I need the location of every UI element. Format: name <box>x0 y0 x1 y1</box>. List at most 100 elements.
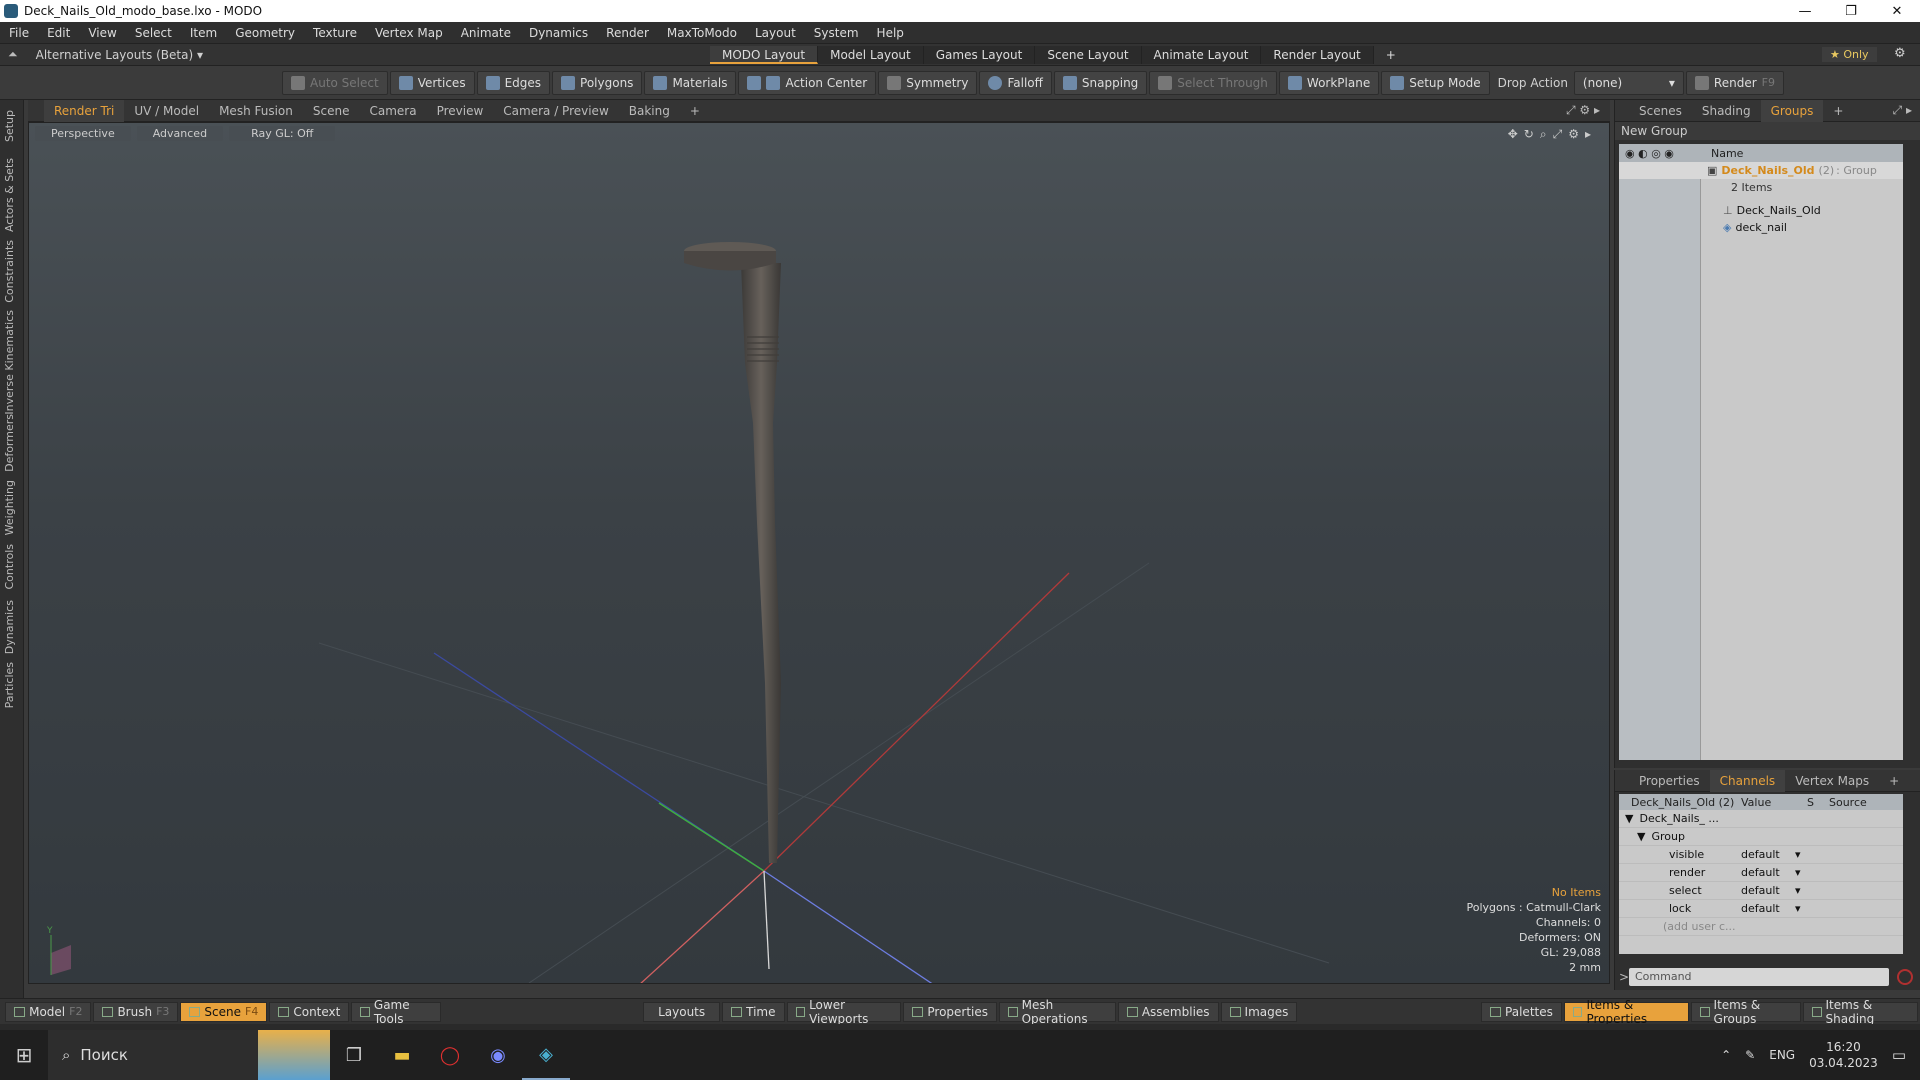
vtab-particles[interactable]: Particles <box>3 662 16 708</box>
vtab-deformers[interactable]: Deformers <box>3 414 16 472</box>
add-user-channel[interactable]: (add user c... <box>1619 918 1903 936</box>
palettes-button[interactable]: Palettes <box>1481 1001 1562 1022</box>
vtab-setup[interactable]: Setup <box>3 110 16 142</box>
tab-model-layout[interactable]: Model Layout <box>818 46 924 64</box>
auto-select-button[interactable]: Auto Select <box>282 70 388 95</box>
command-input[interactable]: Command <box>1629 968 1889 986</box>
context-button[interactable]: Context <box>269 1001 350 1022</box>
menu-system[interactable]: System <box>805 26 868 40</box>
discord-icon[interactable]: ◉ <box>474 1030 522 1080</box>
record-icon[interactable] <box>1897 969 1913 985</box>
menu-view[interactable]: View <box>79 26 125 40</box>
tab-mesh-fusion[interactable]: Mesh Fusion <box>209 100 303 122</box>
chevron-up-icon[interactable]: ⌃ <box>1721 1048 1731 1062</box>
notification-icon[interactable]: ▭ <box>1892 1046 1906 1064</box>
3d-viewport[interactable]: Perspective Advanced Ray GL: Off ✥ ↻ ⌕ ⤢… <box>28 122 1610 984</box>
menu-item[interactable]: Item <box>181 26 226 40</box>
symmetry-button[interactable]: Symmetry <box>878 70 978 95</box>
tab-camera[interactable]: Camera <box>359 100 426 122</box>
channels-tree-root[interactable]: ▼ Deck_Nails_ ... <box>1619 810 1903 828</box>
group-child-row[interactable]: ⊥ Deck_Nails_Old <box>1619 202 1903 219</box>
alternative-layouts-dropdown[interactable]: Alternative Layouts (Beta) ▾ <box>36 48 203 62</box>
language-indicator[interactable]: ENG <box>1769 1048 1795 1062</box>
channel-row-visible[interactable]: visible default ▾ <box>1619 846 1903 864</box>
tab-uv-model[interactable]: UV / Model <box>124 100 209 122</box>
add-channels-tab-button[interactable]: + <box>1879 770 1909 792</box>
tab-scene-layout[interactable]: Scene Layout <box>1035 46 1142 64</box>
opera-icon[interactable]: ◯ <box>426 1030 474 1080</box>
taskbar-search[interactable]: ⌕ Поиск <box>48 1030 258 1080</box>
only-toggle[interactable]: ★ Only <box>1822 47 1877 62</box>
polygons-button[interactable]: Polygons <box>552 70 643 95</box>
pen-icon[interactable]: ✎ <box>1745 1048 1755 1062</box>
file-explorer-icon[interactable]: ▬ <box>378 1030 426 1080</box>
images-button[interactable]: Images <box>1220 1001 1298 1022</box>
menu-select[interactable]: Select <box>126 26 181 40</box>
panel-expand-icon[interactable]: ⤢ ▸ <box>1893 103 1912 118</box>
tab-groups[interactable]: Groups <box>1760 99 1824 122</box>
menu-render[interactable]: Render <box>597 26 658 40</box>
tab-scene[interactable]: Scene <box>303 100 360 122</box>
maximize-button[interactable]: ❐ <box>1828 0 1874 22</box>
vtab-controls[interactable]: Controls <box>3 544 16 590</box>
assemblies-button[interactable]: Assemblies <box>1117 1001 1219 1022</box>
scene-tab-button[interactable]: Scene F4 <box>180 1001 268 1022</box>
workplane-button[interactable]: WorkPlane <box>1278 70 1380 95</box>
close-button[interactable]: ✕ <box>1874 0 1920 22</box>
channel-row-render[interactable]: render default ▾ <box>1619 864 1903 882</box>
menu-maxtomodo[interactable]: MaxToModo <box>658 26 746 40</box>
tab-preview[interactable]: Preview <box>427 100 494 122</box>
modo-taskbar-icon[interactable]: ◈ <box>522 1030 570 1080</box>
vtab-dynamics[interactable]: Dynamics <box>3 600 16 654</box>
select-through-button[interactable]: Select Through <box>1149 70 1277 95</box>
viewport-expand-icon[interactable]: ⤢ ⚙ ▸ <box>1566 103 1600 118</box>
taskbar-clock[interactable]: 16:20 03.04.2023 <box>1809 1039 1878 1071</box>
collapse-icon[interactable]: ⏶ <box>8 47 18 62</box>
tab-scenes[interactable]: Scenes <box>1629 100 1692 122</box>
time-button[interactable]: Time <box>722 1001 785 1022</box>
task-view-icon[interactable]: ❐ <box>330 1030 378 1080</box>
items-groups-button[interactable]: Items & Groups <box>1690 998 1801 1026</box>
tab-camera-preview[interactable]: Camera / Preview <box>493 100 618 122</box>
edges-button[interactable]: Edges <box>476 70 551 95</box>
tab-games-layout[interactable]: Games Layout <box>923 46 1036 64</box>
chevron-down-icon[interactable]: ▾ <box>1795 866 1801 879</box>
add-panel-tab-button[interactable]: + <box>1823 100 1853 122</box>
minimize-button[interactable]: — <box>1782 0 1828 22</box>
channel-row-select[interactable]: select default ▾ <box>1619 882 1903 900</box>
lower-viewports-button[interactable]: Lower Viewports <box>786 998 902 1026</box>
tab-modo-layout[interactable]: MODO Layout <box>710 46 819 64</box>
snapping-button[interactable]: Snapping <box>1053 70 1148 95</box>
vtab-weighting[interactable]: Weighting <box>3 480 16 535</box>
properties-button[interactable]: Properties <box>903 1001 998 1022</box>
brush-tab-button[interactable]: Brush F3 <box>93 1001 179 1022</box>
windows-start-icon[interactable]: ⊞ <box>0 1030 48 1080</box>
tab-baking[interactable]: Baking <box>619 100 680 122</box>
menu-animate[interactable]: Animate <box>452 26 520 40</box>
add-tab-button[interactable]: + <box>680 100 710 122</box>
action-center-button[interactable]: Action Center <box>738 70 877 95</box>
tab-render-tri[interactable]: Render Tri <box>44 99 125 122</box>
vtab-inverse-kinematics[interactable]: Inverse Kinematics <box>3 310 16 415</box>
menu-layout[interactable]: Layout <box>746 26 805 40</box>
layouts-button[interactable]: Layouts <box>643 1001 721 1022</box>
group-row-root[interactable]: ▣ Deck_Nails_Old (2) : Group <box>1619 162 1903 179</box>
items-properties-button[interactable]: Items & Properties <box>1563 998 1689 1026</box>
gear-icon[interactable]: ⚙ <box>1894 46 1906 61</box>
tab-vertex-maps[interactable]: Vertex Maps <box>1785 770 1879 792</box>
group-child-row[interactable]: ◈ deck_nail <box>1619 219 1903 236</box>
chevron-down-icon[interactable]: ▾ <box>1795 884 1801 897</box>
menu-geometry[interactable]: Geometry <box>226 26 304 40</box>
mesh-operations-button[interactable]: Mesh Operations <box>999 998 1116 1026</box>
tab-shading[interactable]: Shading <box>1692 100 1761 122</box>
materials-button[interactable]: Materials <box>644 70 737 95</box>
chevron-down-icon[interactable]: ▾ <box>1795 848 1801 861</box>
chevron-down-icon[interactable]: ▾ <box>1795 902 1801 915</box>
falloff-button[interactable]: Falloff <box>979 70 1052 95</box>
setup-mode-button[interactable]: Setup Mode <box>1381 70 1490 95</box>
render-button[interactable]: Render F9 <box>1685 70 1784 95</box>
vtab-actors-sets[interactable]: Actors & Sets <box>3 158 16 232</box>
tab-render-layout[interactable]: Render Layout <box>1261 46 1374 64</box>
tab-properties[interactable]: Properties <box>1629 770 1710 792</box>
channel-row-lock[interactable]: lock default ▾ <box>1619 900 1903 918</box>
